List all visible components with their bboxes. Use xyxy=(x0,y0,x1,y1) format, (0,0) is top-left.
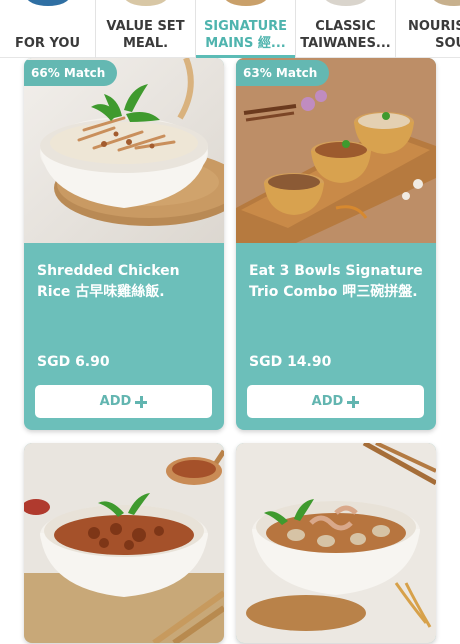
tab-thumbnail-icon xyxy=(323,0,368,6)
tab-label: FOR YOU xyxy=(14,36,81,51)
menu-screen: FOR YOU VALUE SET MEAL. SIGNATURE MAINS … xyxy=(0,0,460,644)
product-title: Shredded Chicken Rice 古早味雞絲飯. xyxy=(37,263,180,300)
tab-thumbnail-icon xyxy=(223,0,268,6)
add-button[interactable]: ADD xyxy=(247,385,424,418)
tab-thumbnail-icon xyxy=(123,0,168,6)
product-title: Eat 3 Bowls Signature Trio Combo 呷三碗拼盤. xyxy=(249,263,423,300)
tab-for-you[interactable]: FOR YOU xyxy=(0,0,96,58)
product-image: 63% Match xyxy=(236,58,436,243)
add-button[interactable]: ADD xyxy=(35,385,212,418)
match-badge: 63% Match xyxy=(236,60,330,86)
product-image: 66% Match xyxy=(24,58,224,243)
tab-thumbnail-icon xyxy=(25,0,70,6)
tab-label: VALUE SET MEAL. xyxy=(106,19,185,51)
tab-value-set-meal[interactable]: VALUE SET MEAL. xyxy=(96,0,196,58)
tab-signature-mains[interactable]: SIGNATURE MAINS 經... xyxy=(196,0,296,58)
tab-label: NOURISH SOUP xyxy=(408,19,460,51)
product-image xyxy=(236,443,436,643)
add-button-label: ADD xyxy=(99,394,132,409)
product-image xyxy=(24,443,224,643)
product-card[interactable]: 63% Match Eat 3 Bowls Signature Trio Com… xyxy=(236,58,436,430)
tab-classic-taiwanese[interactable]: CLASSIC TAIWANES... xyxy=(296,0,396,58)
tab-label: SIGNATURE MAINS 經... xyxy=(203,19,288,51)
match-badge: 66% Match xyxy=(24,60,118,86)
category-tabs: FOR YOU VALUE SET MEAL. SIGNATURE MAINS … xyxy=(0,0,460,58)
plus-icon xyxy=(135,395,148,408)
product-card[interactable] xyxy=(24,443,224,643)
tab-nourish-soup[interactable]: NOURISH SOUP xyxy=(396,0,460,58)
product-price: SGD 14.90 xyxy=(249,354,332,370)
product-card[interactable]: 66% Match Shredded Chicken Rice 古早味雞絲飯. … xyxy=(24,58,224,430)
plus-icon xyxy=(347,395,360,408)
tab-thumbnail-icon xyxy=(432,0,460,6)
add-button-label: ADD xyxy=(311,394,344,409)
product-card[interactable] xyxy=(236,443,436,643)
tab-label: CLASSIC TAIWANES... xyxy=(300,19,391,51)
product-price: SGD 6.90 xyxy=(37,354,110,370)
